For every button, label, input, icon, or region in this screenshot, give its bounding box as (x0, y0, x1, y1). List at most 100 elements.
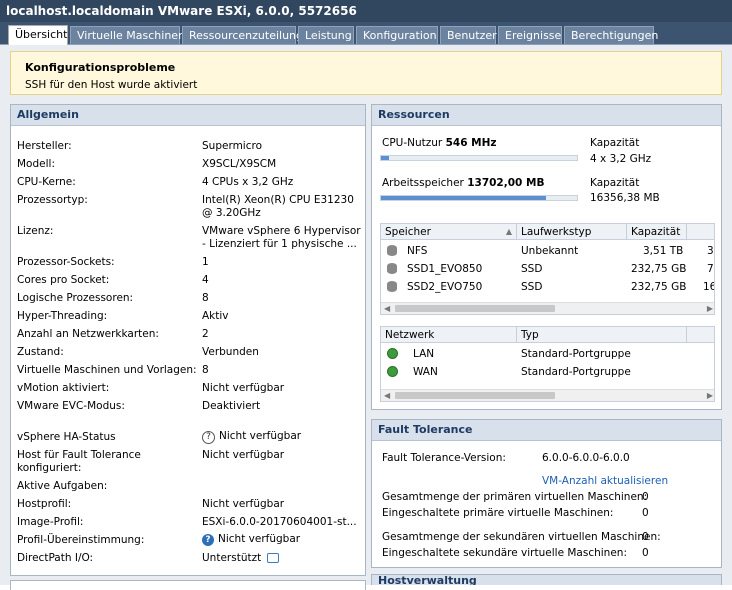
network-icon (387, 366, 398, 380)
resources-panel-header: Ressourcen (372, 105, 721, 126)
label-active-tasks: Aktive Aufgaben: (17, 480, 108, 492)
label-model: Modell: (17, 158, 55, 170)
storage-capacity: 3,51 TB (643, 245, 684, 257)
memory-capacity-label: Kapazität (590, 177, 640, 189)
cpu-capacity-value: 4 x 3,2 GHz (590, 153, 652, 165)
fault-tolerance-panel: Fault Tolerance Fault Tolerance-Version:… (371, 419, 722, 568)
label-image-profile: Image-Profil: (17, 516, 84, 528)
resources-panel: Ressourcen CPU-Nutzur 546 MHz Kapazität … (371, 104, 722, 410)
memory-usage-label-text: Arbeitsspeicher (382, 177, 464, 189)
memory-capacity-value: 16356,38 MB (590, 192, 660, 204)
storage-name: SSD1_EVO850 (407, 263, 483, 275)
storage-extra: 3 (707, 245, 714, 257)
ft-total-primary-value: 0 (642, 491, 649, 503)
label-manufacturer: Hersteller: (17, 140, 72, 152)
network-name: LAN (413, 348, 435, 360)
window-title-bar: localhost.localdomain VMware ESXi, 6.0.0… (0, 0, 732, 22)
label-directpath-io: DirectPath I/O: (17, 552, 94, 564)
ft-total-secondary-label: Gesamtmenge der sekundären virtuellen Ma… (382, 531, 661, 543)
scroll-left-icon[interactable]: ◀ (384, 304, 390, 313)
scrollbar-thumb[interactable] (395, 305, 555, 312)
scrollbar-thumb[interactable] (395, 392, 555, 399)
storage-type: Unbekannt (521, 245, 579, 257)
label-cpu-cores: CPU-Kerne: (17, 176, 76, 188)
network-col-header-name[interactable]: Netzwerk (381, 327, 517, 343)
value-directpath-io: Unterstützt (202, 552, 280, 564)
ft-version-value: 6.0.0-6.0.0-6.0.0 (542, 452, 630, 464)
storage-extra: 16 (703, 281, 714, 293)
tab-configuration[interactable]: Konfiguration (356, 26, 438, 44)
tab-events[interactable]: Ereignisse (498, 26, 562, 44)
label-host-profile: Hostprofil: (17, 498, 72, 510)
value-processor-sockets: 1 (202, 256, 209, 268)
network-col-header-extra[interactable] (687, 327, 714, 343)
tab-overview[interactable]: Übersicht (8, 25, 68, 45)
cpu-usage-bar (380, 155, 578, 161)
label-fault-tolerance-host-line2: konfiguriert: (17, 462, 82, 474)
ft-version-label: Fault Tolerance-Version: (382, 452, 506, 464)
host-management-panel: Hostverwaltung (371, 574, 722, 585)
label-hyper-threading: Hyper-Threading: (17, 310, 108, 322)
cpu-capacity-label: Kapazität (590, 137, 640, 149)
ft-powered-primary-value: 0 (642, 507, 649, 519)
tab-performance[interactable]: Leistung (298, 26, 354, 44)
storage-table: Speicher ▲ Laufwerkstyp Kapazität NFS Un… (380, 223, 715, 315)
sort-ascending-icon: ▲ (505, 227, 512, 236)
label-logical-processors: Logische Prozessoren: (17, 292, 134, 304)
label-processor-sockets: Prozessor-Sockets: (17, 256, 115, 268)
storage-col-header-extra[interactable] (687, 224, 714, 240)
ft-total-primary-label: Gesamtmenge der primären virtuellen Masc… (382, 491, 648, 503)
value-model: X9SCL/X9SCM (202, 158, 277, 170)
scroll-right-icon[interactable]: ▶ (707, 304, 713, 313)
refresh-vm-count-link[interactable]: VM-Anzahl aktualisieren (542, 475, 668, 487)
storage-name: SSD2_EVO750 (407, 281, 483, 293)
network-icon (387, 348, 398, 362)
database-icon (387, 245, 397, 259)
value-fault-tolerance-host: Nicht verfügbar (202, 449, 285, 461)
label-cores-per-socket: Cores pro Socket: (17, 274, 110, 286)
help-icon[interactable]: ? (202, 431, 215, 444)
ha-status-text: Nicht verfügbar (219, 430, 302, 442)
cpu-usage-label: CPU-Nutzur 546 MHz (382, 137, 497, 149)
scroll-left-icon[interactable]: ◀ (384, 391, 390, 400)
storage-col-header-name-text: Speicher (385, 226, 431, 238)
value-profile-compliance: ? Nicht verfügbar (202, 533, 300, 546)
value-logical-processors: 8 (202, 292, 209, 304)
window-title: localhost.localdomain VMware ESXi, 6.0.0… (6, 4, 357, 18)
tab-virtual-machines[interactable]: Virtuelle Maschinen (70, 26, 185, 44)
label-ha-status: vSphere HA-Status (17, 431, 116, 443)
label-fault-tolerance-host: Host für Fault Tolerance (17, 449, 141, 461)
database-icon (387, 263, 397, 277)
configuration-issue-message: SSH für den Host wurde aktiviert (25, 79, 198, 91)
value-manufacturer: Supermicro (202, 140, 263, 152)
storage-capacity: 232,75 GB (631, 263, 687, 275)
storage-col-header-type[interactable]: Laufwerkstyp (517, 224, 627, 240)
network-type: Standard-Portgruppe (521, 348, 631, 360)
label-network-cards: Anzahl an Netzwerkkarten: (17, 328, 159, 340)
scroll-right-icon[interactable]: ▶ (707, 391, 713, 400)
ft-total-secondary-value: 0 (642, 531, 649, 543)
network-type: Standard-Portgruppe (521, 366, 631, 378)
storage-col-header-capacity[interactable]: Kapazität (627, 224, 687, 240)
tab-resource-allocation[interactable]: Ressourcenzuteilung (182, 26, 303, 44)
network-horizontal-scrollbar[interactable]: ◀ ▶ (381, 389, 714, 401)
profile-compliance-text: Nicht verfügbar (218, 533, 301, 545)
value-evc-mode: Deaktiviert (202, 400, 261, 412)
network-col-header-type[interactable]: Typ (517, 327, 687, 343)
value-ha-status: ? Nicht verfügbar (202, 430, 301, 444)
storage-horizontal-scrollbar[interactable]: ◀ ▶ (381, 302, 714, 314)
storage-col-header-name[interactable]: Speicher ▲ (381, 224, 517, 240)
tab-users[interactable]: Benutzer (440, 26, 497, 44)
memory-usage-bar-fill (381, 196, 546, 200)
ft-powered-secondary-label: Eingeschaltete sekundäre virtuelle Masch… (382, 547, 627, 559)
ft-powered-primary-label: Eingeschaltete primäre virtuelle Maschin… (382, 507, 614, 519)
label-processor-type: Prozessortyp: (17, 194, 88, 206)
tab-permissions[interactable]: Berechtigungen (564, 26, 658, 44)
value-license-line2: - Lizenziert für 1 physische ... (202, 238, 357, 250)
value-cpu-cores: 4 CPUs x 3,2 GHz (202, 176, 294, 188)
network-table: Netzwerk Typ LAN Standard-Portgruppe WAN… (380, 326, 715, 402)
comment-icon[interactable] (267, 553, 280, 563)
memory-usage-value: 13702,00 MB (467, 177, 545, 189)
label-vms-and-templates: Virtuelle Maschinen und Vorlagen: (17, 364, 197, 376)
configuration-issues-box: Konfigurationsprobleme SSH für den Host … (10, 51, 722, 95)
